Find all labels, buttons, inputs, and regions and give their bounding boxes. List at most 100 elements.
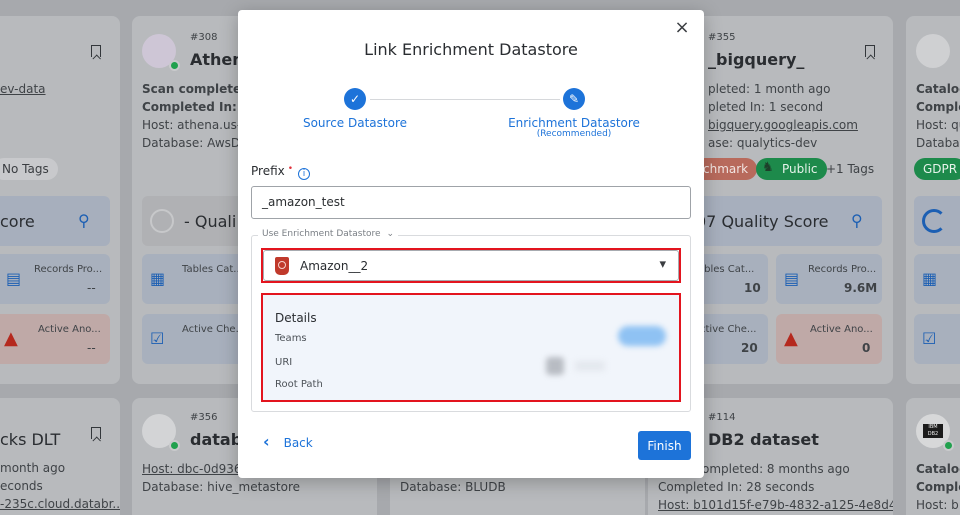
card-id: #355 (708, 32, 736, 43)
card-line: Databas (916, 136, 960, 150)
tables-box: ▦ (914, 254, 960, 304)
prefix-label-text: Prefix (251, 164, 285, 178)
elephant-icon: ♞ (762, 160, 774, 175)
status-dot (169, 60, 180, 71)
checklist-icon: ☑ (150, 329, 165, 348)
card-line: Database: BLUDB (400, 480, 506, 494)
bookmark-icon[interactable] (865, 45, 875, 57)
card-line: Comple (916, 480, 960, 494)
card-line: Host: b (916, 498, 959, 512)
ibm-db2-logo-text: IBM DB2 (923, 424, 943, 438)
quality-score-label: - Quali (184, 212, 237, 231)
card-line: Catalog (916, 462, 960, 476)
card-line: ase: qualytics-dev (708, 136, 818, 150)
back-label: Back (283, 436, 313, 450)
records-value: 9.6M (844, 281, 878, 295)
card-title: _bigquery_ (708, 50, 805, 69)
card-id: #114 (708, 412, 736, 423)
quality-score-label: core (0, 212, 35, 231)
more-tags[interactable]: +1 Tags (826, 162, 874, 176)
select-highlight-box (261, 248, 681, 283)
card-line: Host: athena.us-e (142, 118, 249, 132)
quality-score-label: 07 Quality Score (696, 212, 829, 231)
datastore-card-right-top[interactable]: Catalog Comple Host: qu Databas GDPR ▦ ☑ (906, 16, 960, 384)
anomalies-label: Active Ano... (810, 324, 873, 335)
card-line: Host: qu (916, 118, 960, 132)
datastore-card-right-bottom[interactable]: IBM DB2 Catalog Comple Host: b (906, 398, 960, 515)
details-highlight-box (261, 293, 681, 402)
back-button[interactable]: ‹ Back (263, 434, 313, 451)
chevron-down-icon: ⌄ (386, 229, 394, 239)
records-box: ▤ Records Pro... 9.6M (776, 254, 882, 304)
card-line[interactable]: -235c.cloud.databr... (0, 497, 120, 511)
card-line: Completed In: 28 seconds (658, 480, 815, 494)
datastore-logo-icon (916, 34, 950, 68)
records-box: ▤ Records Pro... -- (0, 254, 110, 304)
hierarchy-icon: ⚲ (851, 211, 863, 230)
checks-box: ☑ (914, 314, 960, 364)
required-mark: • (287, 164, 294, 174)
tables-label: ables Cat... (698, 264, 755, 275)
tag-pill: No Tags (0, 158, 58, 180)
anomalies-box: ▲ Active Ano... 0 (776, 314, 882, 364)
link-enrichment-modal: × Link Enrichment Datastore ✓ ✎ Source D… (238, 10, 704, 478)
anomalies-value: -- (87, 341, 96, 355)
enrichment-legend[interactable]: Use Enrichment Datastore ⌄ (258, 229, 398, 239)
step-current-pencil-icon: ✎ (563, 88, 585, 110)
finish-button[interactable]: Finish (638, 431, 691, 460)
hierarchy-icon: ⚲ (78, 211, 90, 230)
info-icon[interactable]: i (298, 168, 311, 180)
warning-icon: ▲ (4, 328, 18, 349)
enrichment-legend-text: Use Enrichment Datastore (262, 229, 381, 239)
records-label: Records Pro... (808, 264, 877, 275)
tables-label: Tables Cat... (182, 264, 243, 275)
anomalies-label: Active Ano... (38, 324, 101, 335)
card-line: Database: AwsDat (142, 136, 253, 150)
card-line: econds (0, 479, 43, 493)
checks-label: Active Che... (182, 324, 246, 335)
card-line[interactable]: bigquery.googleapis.com (708, 118, 858, 132)
datastore-card-left-bottom[interactable]: cks DLT month ago econds -235c.cloud.dat… (0, 398, 120, 515)
quality-score-box (914, 196, 960, 246)
prefix-label: Prefix • i (251, 164, 311, 180)
database-icon: ▤ (6, 269, 22, 288)
step-label-enrichment: Enrichment Datastore (508, 116, 640, 130)
card-line: Catalog (916, 82, 960, 96)
card-line[interactable]: Host: b101d15f-e79b-4832-a125-4e8d4... (658, 498, 893, 512)
warning-icon: ▲ (784, 328, 798, 349)
table-icon: ▦ (922, 269, 938, 288)
score-ring-icon (922, 209, 946, 233)
close-icon[interactable]: × (672, 18, 692, 38)
chevron-left-icon: ‹ (263, 432, 270, 451)
card-line: pleted In: 1 second (708, 100, 824, 114)
step-complete-check-icon: ✓ (344, 88, 366, 110)
step-label-source: Source Datastore (302, 116, 408, 130)
modal-title: Link Enrichment Datastore (364, 40, 578, 59)
prefix-input[interactable]: _amazon_test (251, 186, 691, 219)
stepper-connector (370, 99, 560, 100)
card-line: Database: hive_metastore (142, 480, 301, 494)
records-label: Records Pro... (34, 264, 103, 275)
checks-value: 20 (741, 341, 758, 355)
checks-label: ctive Che... (700, 324, 757, 335)
card-line[interactable]: Host: dbc-0d936 (142, 462, 242, 476)
status-dot (169, 440, 180, 451)
quality-score-box: core ⚲ (0, 196, 110, 246)
card-line: ompleted: 8 months ago (702, 462, 850, 476)
bookmark-icon[interactable] (91, 45, 101, 57)
anomalies-value: 0 (862, 341, 871, 355)
card-title: cks DLT (0, 430, 61, 449)
tag-pill: GDPR (914, 158, 960, 180)
step-sublabel-recommended: (Recommended) (536, 129, 612, 139)
score-ring-icon (150, 209, 174, 233)
card-line: pleted: 1 month ago (708, 82, 831, 96)
card-link[interactable]: ev-data (0, 82, 46, 96)
card-id: #308 (190, 32, 218, 43)
datastore-card-left-top[interactable]: ev-data No Tags core ⚲ ▤ Records Pro... … (0, 16, 120, 384)
card-id: #356 (190, 412, 218, 423)
database-icon: ▤ (784, 269, 800, 288)
card-line: Comple (916, 100, 960, 114)
records-value: -- (87, 281, 96, 295)
card-title: Athen (190, 50, 244, 69)
bookmark-icon[interactable] (91, 427, 101, 439)
